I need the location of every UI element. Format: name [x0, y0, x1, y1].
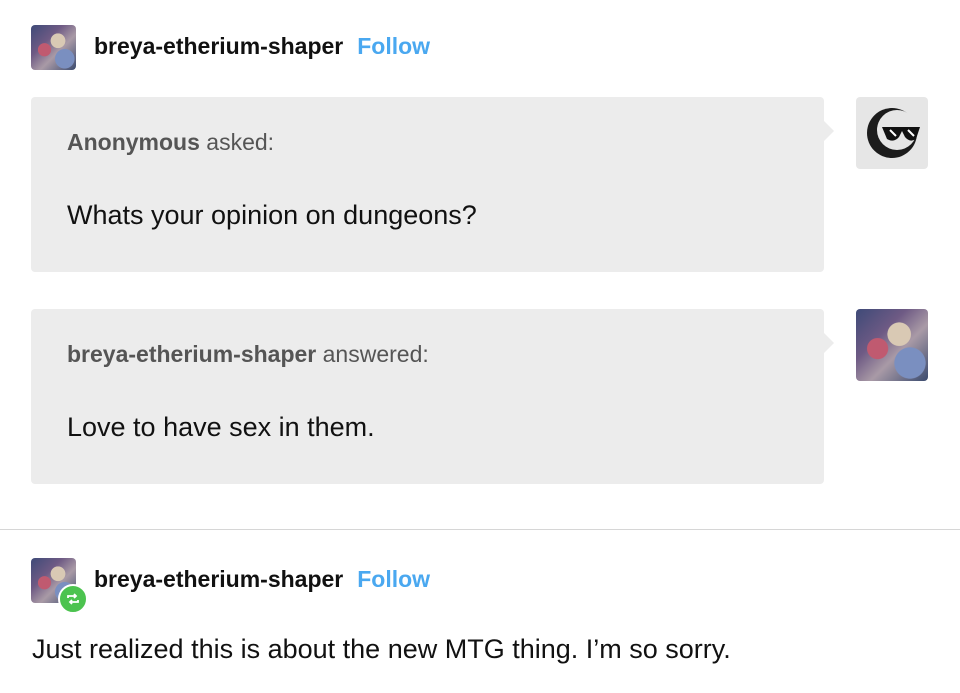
- asked-label: asked:: [206, 129, 275, 155]
- divider: [0, 529, 960, 530]
- answer-text: Love to have sex in them.: [67, 412, 375, 442]
- ask-meta: Anonymous asked:: [67, 129, 274, 156]
- follow-button[interactable]: Follow: [357, 33, 430, 60]
- ask-bubble: Anonymous asked: Whats your opinion on d…: [31, 97, 834, 272]
- answerer-name: breya-etherium-shaper: [67, 341, 317, 367]
- reblog-comment: Just realized this is about the new MTG …: [32, 634, 731, 664]
- reblog-header: breya-etherium-shaper Follow: [94, 566, 430, 593]
- reblog-username-link[interactable]: breya-etherium-shaper: [94, 566, 343, 593]
- answerer-avatar: [856, 309, 928, 381]
- reblog-follow-button[interactable]: Follow: [357, 566, 430, 593]
- anonymous-avatar: [856, 97, 928, 169]
- answer-bubble: breya-etherium-shaper answered: Love to …: [31, 309, 834, 484]
- ask-question: Whats your opinion on dungeons?: [67, 200, 477, 230]
- sunglasses-face-icon: [867, 108, 920, 158]
- answer-meta: breya-etherium-shaper answered:: [67, 341, 429, 368]
- asker-name: Anonymous: [67, 129, 200, 155]
- user-avatar[interactable]: [31, 25, 76, 70]
- username-link[interactable]: breya-etherium-shaper: [94, 33, 343, 60]
- answered-label: answered:: [322, 341, 429, 367]
- reblog-icon: [67, 593, 79, 605]
- reblog-badge: [58, 584, 88, 614]
- post-header: breya-etherium-shaper Follow: [94, 33, 430, 60]
